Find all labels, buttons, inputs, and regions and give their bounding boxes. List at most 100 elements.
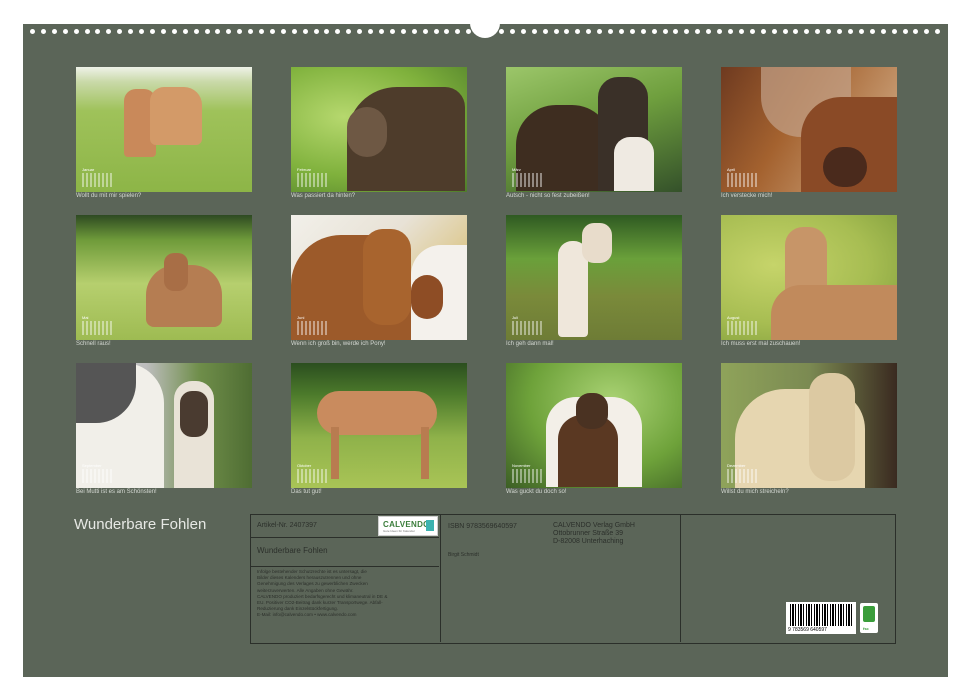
binding-hole [717, 28, 723, 34]
binding-hole [237, 28, 243, 34]
product-title: Wunderbare Fohlen [257, 546, 328, 555]
barcode-bars [790, 604, 852, 626]
photo-april: April [721, 67, 897, 192]
month-label: November [512, 463, 531, 468]
binding-hole [662, 28, 668, 34]
binding-hole [455, 28, 461, 34]
binding-hole [139, 28, 145, 34]
caption: Willst du mich streicheln? [721, 489, 789, 495]
binding-hole [73, 28, 79, 34]
month-label: Januar [82, 167, 95, 172]
caption: Was passiert da hinten? [291, 193, 356, 199]
caption: Ich verstecke mich! [721, 193, 773, 199]
binding-hole [760, 28, 766, 34]
photo-october: Oktober [291, 363, 467, 488]
caption: Das tut gut! [291, 489, 322, 495]
caption: Ich muss erst mal zuschauen! [721, 341, 801, 347]
author: Birgit Schmidt [448, 552, 479, 558]
binding-hole [738, 28, 744, 34]
binding-hole [335, 28, 341, 34]
mini-calendar [512, 469, 542, 483]
binding-hole [531, 28, 537, 34]
binding-hole [422, 28, 428, 34]
binding-hole [793, 28, 799, 34]
photo-november: November [506, 363, 682, 488]
binding-hole [368, 28, 374, 34]
binding-hole [193, 28, 199, 34]
month-label: Oktober [297, 463, 312, 468]
binding-hole [651, 28, 657, 34]
divider [680, 515, 681, 642]
binding-hole [411, 28, 417, 34]
binding-hole [913, 28, 919, 34]
binding-hole [302, 28, 308, 34]
binding-hole [858, 28, 864, 34]
binding-hole [684, 28, 690, 34]
caption: Wollt du mit mir spielen? [76, 193, 142, 199]
binding-hole [226, 28, 232, 34]
publisher-address: CALVENDO Verlag GmbH Ottobrunner Straße … [553, 522, 635, 545]
photo-march: März [506, 67, 682, 192]
binding-hole [498, 28, 504, 34]
mini-calendar [512, 321, 542, 335]
month-label: Juni [297, 315, 305, 320]
binding-hole [269, 28, 275, 34]
binding-hole [749, 28, 755, 34]
mini-calendar [297, 321, 327, 335]
mini-calendar [297, 173, 327, 187]
photo-june: Juni [291, 215, 467, 340]
month-label: März [512, 167, 521, 172]
mini-calendar [727, 321, 757, 335]
binding-hole [259, 28, 265, 34]
binding-hole [215, 28, 221, 34]
photo-september: September [76, 363, 252, 488]
binding-hole [771, 28, 777, 34]
fsc-logo: fsc [860, 603, 878, 633]
photo-december: Dezember [721, 363, 897, 488]
binding-hole [542, 28, 548, 34]
binding-hole [728, 28, 733, 34]
mini-calendar [82, 469, 112, 483]
caption: Was guckt du doch so! [506, 489, 567, 495]
binding-hole [400, 28, 406, 34]
caption: Autsch - nicht so fest zubeißen! [506, 193, 590, 199]
mini-calendar [297, 469, 327, 483]
binding-hole [869, 28, 875, 34]
calvendo-logo: CALVENDO Gute Ideen für Kalender [378, 516, 438, 536]
binding-hole [444, 28, 450, 34]
binding-hole [182, 28, 188, 34]
divider [251, 566, 439, 567]
binding-hole [826, 28, 832, 34]
binding-hole [62, 28, 68, 34]
binding-hole [815, 28, 821, 34]
caption: Schnell raus! [76, 341, 111, 347]
binding-hole [280, 28, 286, 34]
binding-hole [880, 28, 886, 34]
binding-hole [433, 28, 439, 34]
month-label: Juli [512, 315, 519, 320]
binding-hole [248, 28, 254, 34]
binding-hole [640, 28, 646, 34]
logo-mark-icon [426, 520, 434, 531]
binding-hole [586, 28, 592, 34]
barcode-number: 9 783569 640597 [788, 627, 827, 633]
binding-hole [379, 28, 384, 34]
barcode: 9 783569 640597 [786, 602, 856, 634]
isbn: ISBN 9783569640597 [448, 523, 517, 530]
calendar-title: Wunderbare Fohlen [74, 516, 207, 533]
binding-hole [935, 28, 941, 34]
month-label: Februar [297, 167, 312, 172]
month-label: Mai [82, 315, 89, 320]
binding-hole [608, 28, 614, 34]
photo-february: Februar [291, 67, 467, 192]
binding-hole [95, 28, 101, 34]
binding-hole [30, 28, 35, 34]
divider [440, 515, 441, 642]
binding-hole [324, 28, 330, 34]
binding-hole [782, 28, 788, 34]
photo-august: August [721, 215, 897, 340]
mini-calendar [82, 321, 112, 335]
caption: Ich geh dann mal! [506, 341, 554, 347]
binding-hole [673, 28, 679, 34]
caption: Bei Mutti ist es am Schönsten! [76, 489, 157, 495]
